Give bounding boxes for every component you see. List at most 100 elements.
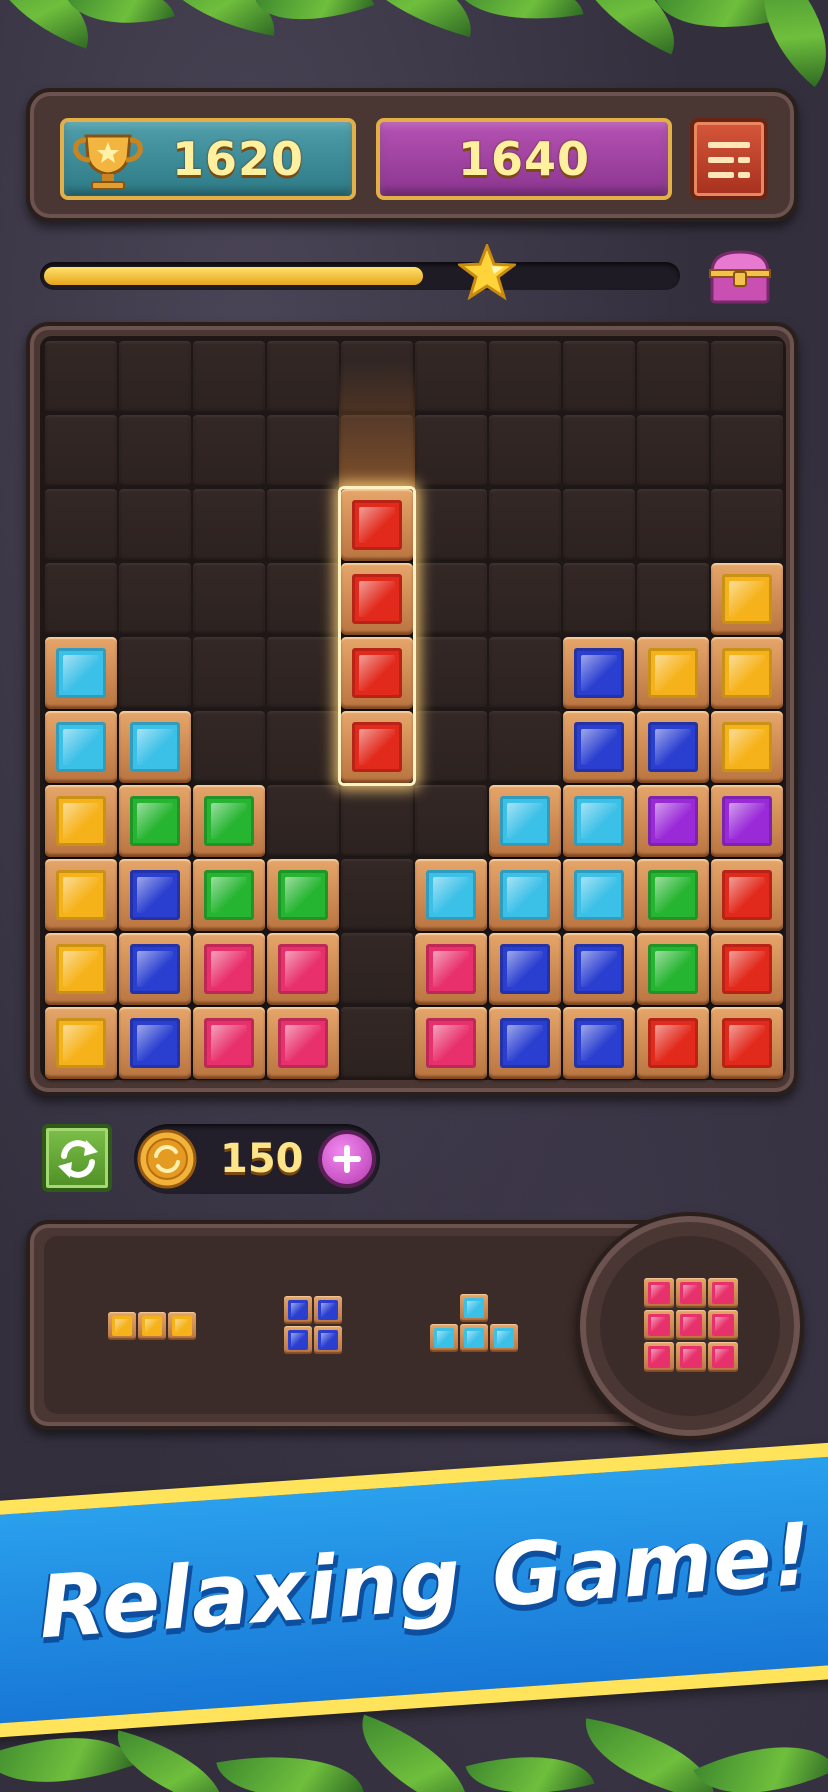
gem-blue — [318, 1330, 338, 1350]
board-block — [267, 1007, 339, 1079]
board-cell[interactable] — [637, 341, 709, 413]
board-cell[interactable] — [637, 415, 709, 487]
gem-yellow — [722, 722, 772, 772]
board-cell[interactable] — [267, 341, 339, 413]
board-cell[interactable] — [119, 341, 191, 413]
board-cell[interactable] — [415, 637, 487, 709]
board-cell[interactable] — [193, 341, 265, 413]
board-cell[interactable] — [267, 637, 339, 709]
treasure-chest-icon[interactable] — [706, 248, 774, 306]
leaf — [0, 1707, 137, 1792]
piece-block — [138, 1312, 166, 1340]
board-cell[interactable] — [341, 785, 413, 857]
board-cell[interactable] — [563, 415, 635, 487]
leaf — [216, 1738, 364, 1792]
add-coins-button[interactable] — [318, 1130, 376, 1188]
board-cell[interactable] — [119, 415, 191, 487]
gem-cyan — [500, 796, 550, 846]
board-cell[interactable] — [267, 415, 339, 487]
board-cell[interactable] — [193, 563, 265, 635]
board-cell[interactable] — [119, 563, 191, 635]
board-cell[interactable] — [489, 637, 561, 709]
gem-yellow — [112, 1316, 132, 1336]
board-cell[interactable] — [489, 563, 561, 635]
piece-block — [644, 1342, 674, 1372]
gem-pink — [204, 944, 254, 994]
board-cell[interactable] — [45, 563, 117, 635]
board-cell[interactable] — [193, 489, 265, 561]
board-block — [45, 637, 117, 709]
board-cell[interactable] — [415, 711, 487, 783]
board-block — [711, 711, 783, 783]
board-cell[interactable] — [637, 563, 709, 635]
board-cell[interactable] — [193, 637, 265, 709]
gem-yellow — [56, 870, 106, 920]
board-cell[interactable] — [415, 415, 487, 487]
board-cell[interactable] — [119, 489, 191, 561]
piece-block — [676, 1342, 706, 1372]
gem-pink — [648, 1346, 670, 1368]
board-cell[interactable] — [267, 563, 339, 635]
board-cell[interactable] — [267, 489, 339, 561]
board-cell[interactable] — [45, 415, 117, 487]
board-cell[interactable] — [711, 489, 783, 561]
piece-block — [430, 1324, 458, 1352]
board-cell[interactable] — [267, 711, 339, 783]
board-cell[interactable] — [489, 341, 561, 413]
board-block — [563, 637, 635, 709]
gem-yellow — [56, 796, 106, 846]
refresh-button[interactable] — [42, 1124, 112, 1192]
gem-cyan — [56, 722, 106, 772]
gem-blue — [288, 1330, 308, 1350]
board-block — [193, 859, 265, 931]
level-progress-bar — [40, 262, 680, 290]
board-cell[interactable] — [489, 415, 561, 487]
board-block — [267, 933, 339, 1005]
board-cell[interactable] — [341, 859, 413, 931]
board-cell[interactable] — [563, 563, 635, 635]
piece-block — [284, 1296, 312, 1324]
board-cell[interactable] — [415, 489, 487, 561]
gem-green — [648, 870, 698, 920]
board-block — [45, 933, 117, 1005]
gem-blue — [500, 944, 550, 994]
board-cell[interactable] — [415, 341, 487, 413]
coin-icon — [137, 1129, 197, 1189]
board-cell[interactable] — [563, 489, 635, 561]
piece-block — [676, 1278, 706, 1308]
current-score-value: 1640 — [457, 132, 591, 186]
gem-blue — [648, 722, 698, 772]
board-cell[interactable] — [341, 1007, 413, 1079]
gem-green — [648, 944, 698, 994]
board-cell[interactable] — [45, 489, 117, 561]
gem-cyan — [500, 870, 550, 920]
board-block — [193, 785, 265, 857]
gem-purple — [722, 796, 772, 846]
board-cell[interactable] — [563, 341, 635, 413]
board-cell[interactable] — [341, 933, 413, 1005]
menu-button[interactable] — [690, 118, 768, 200]
board-block — [415, 1007, 487, 1079]
gem-blue — [318, 1300, 338, 1320]
board-cell[interactable] — [711, 341, 783, 413]
gem-pink — [204, 1018, 254, 1068]
active-piece-outline[interactable] — [338, 486, 416, 786]
board-cell[interactable] — [711, 415, 783, 487]
board-cell[interactable] — [637, 489, 709, 561]
gem-blue — [574, 648, 624, 698]
board-cell[interactable] — [193, 415, 265, 487]
board-cell[interactable] — [119, 637, 191, 709]
board-cell[interactable] — [415, 563, 487, 635]
board-cell[interactable] — [45, 341, 117, 413]
game-board[interactable] — [40, 336, 786, 1080]
board-block — [45, 859, 117, 931]
gem-pink — [712, 1282, 734, 1304]
board-cell[interactable] — [193, 711, 265, 783]
board-cell[interactable] — [489, 489, 561, 561]
board-block — [711, 637, 783, 709]
board-cell[interactable] — [489, 711, 561, 783]
board-cell[interactable] — [415, 785, 487, 857]
gem-yellow — [172, 1316, 192, 1336]
board-cell[interactable] — [267, 785, 339, 857]
gem-green — [204, 796, 254, 846]
